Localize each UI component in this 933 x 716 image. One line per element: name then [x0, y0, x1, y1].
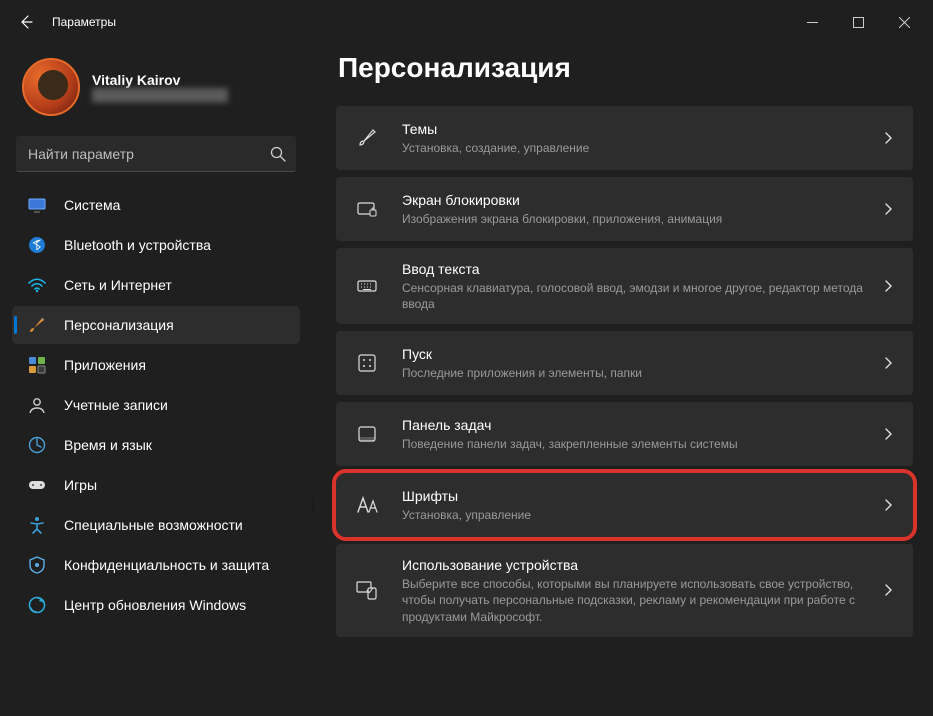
device-usage-icon	[354, 577, 380, 603]
settings-window: Параметры Vitaliy Kairov ███████████████…	[0, 0, 933, 716]
wifi-icon	[26, 274, 48, 296]
maximize-button[interactable]	[835, 6, 881, 38]
card-desc: Поведение панели задач, закрепленные эле…	[402, 436, 881, 452]
card-title: Экран блокировки	[402, 191, 881, 210]
bluetooth-icon	[26, 234, 48, 256]
card-fonts[interactable]: Шрифты Установка, управление	[336, 473, 913, 537]
sidebar-item-apps[interactable]: Приложения	[12, 346, 300, 384]
search-box[interactable]	[16, 136, 296, 172]
card-title: Шрифты	[402, 487, 881, 506]
sidebar-item-label: Конфиденциальность и защита	[64, 557, 269, 573]
lockscreen-icon	[354, 196, 380, 222]
chevron-right-icon	[881, 583, 895, 597]
nav-list: Система Bluetooth и устройства Сеть и Ин…	[12, 186, 300, 624]
sidebar-item-label: Специальные возможности	[64, 517, 243, 533]
start-icon	[354, 350, 380, 376]
sidebar-item-label: Время и язык	[64, 437, 152, 453]
card-text-input[interactable]: Ввод текста Сенсорная клавиатура, голосо…	[336, 248, 913, 324]
taskbar-icon	[354, 421, 380, 447]
sidebar-item-system[interactable]: Система	[12, 186, 300, 224]
card-taskbar[interactable]: Панель задач Поведение панели задач, зак…	[336, 402, 913, 466]
card-desc: Установка, создание, управление	[402, 140, 881, 156]
close-icon	[899, 17, 910, 28]
card-title: Пуск	[402, 345, 881, 364]
apps-icon	[26, 354, 48, 376]
keyboard-icon	[354, 273, 380, 299]
window-title: Параметры	[52, 15, 116, 29]
sidebar: Vitaliy Kairov ████████████████ Система …	[0, 44, 312, 716]
sidebar-item-label: Сеть и Интернет	[64, 277, 172, 293]
profile-email: ████████████████	[92, 88, 228, 102]
chevron-right-icon	[881, 202, 895, 216]
card-desc: Изображения экрана блокировки, приложени…	[402, 211, 881, 227]
page-title: Персонализация	[338, 52, 913, 84]
chevron-right-icon	[881, 356, 895, 370]
search-icon	[270, 146, 286, 162]
update-icon	[26, 594, 48, 616]
search-input[interactable]	[26, 145, 270, 163]
sidebar-item-label: Система	[64, 197, 120, 213]
sidebar-item-label: Персонализация	[64, 317, 174, 333]
window-controls	[789, 6, 927, 38]
gamepad-icon	[26, 474, 48, 496]
sidebar-item-accounts[interactable]: Учетные записи	[12, 386, 300, 424]
profile-block[interactable]: Vitaliy Kairov ████████████████	[12, 52, 300, 130]
card-desc: Установка, управление	[402, 507, 881, 523]
card-themes[interactable]: Темы Установка, создание, управление	[336, 106, 913, 170]
person-icon	[26, 394, 48, 416]
accessibility-icon	[26, 514, 48, 536]
card-desc: Сенсорная клавиатура, голосовой ввод, эм…	[402, 280, 881, 312]
minimize-button[interactable]	[789, 6, 835, 38]
monitor-icon	[26, 194, 48, 216]
sidebar-item-gaming[interactable]: Игры	[12, 466, 300, 504]
sidebar-item-label: Приложения	[64, 357, 146, 373]
sidebar-item-privacy[interactable]: Конфиденциальность и защита	[12, 546, 300, 584]
chevron-right-icon	[881, 498, 895, 512]
card-device-usage[interactable]: Использование устройства Выберите все сп…	[336, 544, 913, 636]
sidebar-item-time-language[interactable]: Время и язык	[12, 426, 300, 464]
card-lock-screen[interactable]: Экран блокировки Изображения экрана блок…	[336, 177, 913, 241]
maximize-icon	[853, 17, 864, 28]
settings-card-list: Темы Установка, создание, управление Экр…	[336, 106, 913, 637]
sidebar-item-label: Центр обновления Windows	[64, 597, 246, 613]
clock-globe-icon	[26, 434, 48, 456]
chevron-right-icon	[881, 131, 895, 145]
theme-paintbrush-icon	[354, 125, 380, 151]
sidebar-item-accessibility[interactable]: Специальные возможности	[12, 506, 300, 544]
sidebar-item-label: Учетные записи	[64, 397, 168, 413]
back-button[interactable]	[12, 8, 40, 36]
highlighted-row: 3 Шрифты Установка, управление	[336, 473, 913, 537]
sidebar-item-bluetooth[interactable]: Bluetooth и устройства	[12, 226, 300, 264]
card-title: Темы	[402, 120, 881, 139]
paintbrush-icon	[26, 314, 48, 336]
card-start[interactable]: Пуск Последние приложения и элементы, па…	[336, 331, 913, 395]
titlebar: Параметры	[0, 0, 933, 44]
sidebar-item-windows-update[interactable]: Центр обновления Windows	[12, 586, 300, 624]
avatar	[22, 58, 80, 116]
main-content: Персонализация Темы Установка, создание,…	[312, 44, 933, 716]
chevron-right-icon	[881, 427, 895, 441]
arrow-left-icon	[18, 14, 34, 30]
sidebar-item-personalization[interactable]: Персонализация	[12, 306, 300, 344]
sidebar-item-label: Игры	[64, 477, 97, 493]
chevron-right-icon	[881, 279, 895, 293]
sidebar-item-network[interactable]: Сеть и Интернет	[12, 266, 300, 304]
card-title: Панель задач	[402, 416, 881, 435]
minimize-icon	[807, 17, 818, 28]
card-desc: Последние приложения и элементы, папки	[402, 365, 881, 381]
profile-name: Vitaliy Kairov	[92, 72, 228, 88]
close-button[interactable]	[881, 6, 927, 38]
card-desc: Выберите все способы, которыми вы планир…	[402, 576, 881, 625]
sidebar-item-label: Bluetooth и устройства	[64, 237, 211, 253]
shield-icon	[26, 554, 48, 576]
card-title: Ввод текста	[402, 260, 881, 279]
card-title: Использование устройства	[402, 556, 881, 575]
fonts-icon	[354, 492, 380, 518]
